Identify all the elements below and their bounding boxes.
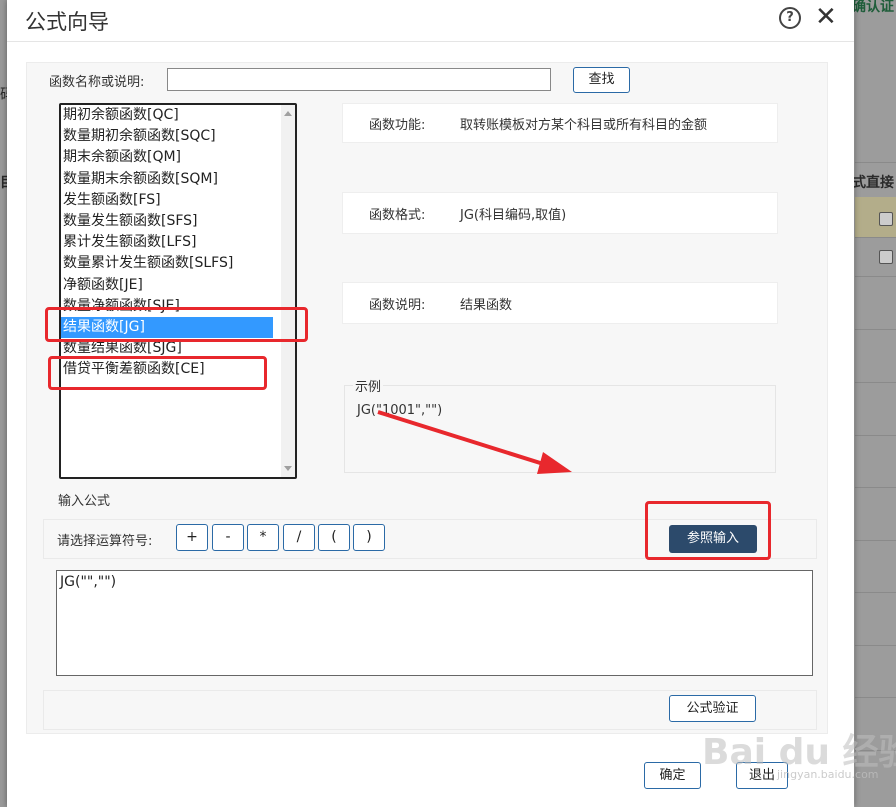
annotation-arrow-icon bbox=[377, 410, 572, 474]
